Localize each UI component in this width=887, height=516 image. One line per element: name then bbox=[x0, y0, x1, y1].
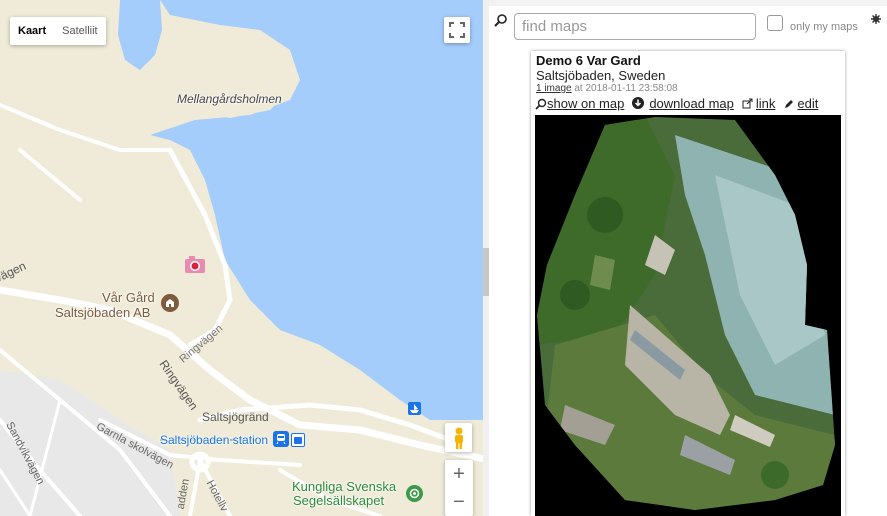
map-view[interactable]: Kaart Satelliit Mellangårdsholmen Vår Gå… bbox=[0, 0, 489, 516]
edit-link[interactable]: edit bbox=[783, 96, 818, 111]
map-type-satelliit[interactable]: Satelliit bbox=[54, 17, 105, 45]
fullscreen-button[interactable] bbox=[444, 17, 470, 43]
gear-icon bbox=[871, 14, 881, 24]
poi-marker[interactable] bbox=[161, 294, 179, 312]
park-icon bbox=[409, 488, 420, 499]
label-island: Mellangårdsholmen bbox=[177, 92, 282, 106]
park-marker[interactable] bbox=[406, 485, 423, 502]
search-input[interactable] bbox=[514, 13, 756, 40]
pegman-icon bbox=[454, 427, 463, 449]
top-bar bbox=[489, 0, 887, 6]
label-station: Saltsjöbaden station bbox=[160, 433, 269, 447]
boat-marker[interactable] bbox=[408, 402, 421, 415]
label-poi-line2: Saltsjöbaden AB bbox=[55, 305, 151, 320]
label-club-line2: Segelsällskapet bbox=[293, 493, 385, 508]
label-road-saltsjogrand: Saltsjögränd bbox=[202, 410, 269, 424]
orthophoto-render bbox=[537, 117, 835, 510]
train-icon bbox=[276, 434, 286, 444]
map-location: Saltsjöbaden, Sweden bbox=[536, 68, 666, 83]
zoom-control: + − bbox=[445, 460, 473, 516]
zoom-in-button[interactable]: + bbox=[453, 460, 465, 488]
camera-marker-icon bbox=[185, 256, 205, 273]
map-card: Demo 6 Var Gard Saltsjöbaden, Sweden 1 i… bbox=[531, 51, 845, 516]
edit-label: edit bbox=[797, 96, 819, 111]
link-link[interactable]: link bbox=[742, 96, 776, 111]
download-map-label: download map bbox=[649, 96, 734, 111]
pegman-button[interactable] bbox=[445, 423, 472, 452]
map-title[interactable]: Demo 6 Var Gard bbox=[536, 53, 641, 68]
bus-marker[interactable] bbox=[291, 433, 305, 447]
map-actions: show on map download map link edit bbox=[535, 96, 826, 111]
external-link-icon bbox=[742, 98, 753, 108]
download-map-link[interactable]: download map bbox=[632, 96, 734, 111]
only-my-maps-checkbox[interactable] bbox=[767, 15, 783, 31]
magnify-icon bbox=[535, 98, 547, 110]
only-my-maps-label: only my maps bbox=[790, 21, 858, 33]
map-type-kaart[interactable]: Kaart bbox=[10, 17, 54, 45]
pencil-icon bbox=[785, 99, 794, 108]
image-count-link[interactable]: 1 image bbox=[536, 83, 572, 94]
link-label: link bbox=[755, 96, 776, 111]
poi-icon bbox=[166, 299, 174, 307]
bus-icon bbox=[294, 437, 302, 444]
label-club-line1: Kungliga Svenska bbox=[292, 479, 397, 494]
show-on-map-link[interactable]: show on map bbox=[535, 96, 624, 111]
boat-icon bbox=[410, 404, 419, 413]
map-type-control: Kaart Satelliit bbox=[10, 17, 106, 45]
map-timestamp: at 2018-01-11 23:58:08 bbox=[571, 83, 678, 94]
search-icon bbox=[494, 14, 507, 27]
download-icon bbox=[632, 96, 645, 109]
camera-marker[interactable] bbox=[184, 256, 206, 274]
label-poi-line1: Vår Gård bbox=[102, 290, 155, 305]
maps-panel: only my maps Demo 6 Var Gard Saltsjöbade… bbox=[489, 0, 887, 516]
show-on-map-label: show on map bbox=[547, 96, 625, 111]
search-button[interactable] bbox=[494, 13, 508, 32]
map-meta: 1 image at 2018-01-11 23:58:08 bbox=[536, 83, 678, 94]
fullscreen-icon bbox=[449, 22, 465, 38]
orthophoto-image[interactable] bbox=[535, 115, 841, 516]
train-marker[interactable] bbox=[273, 431, 289, 447]
zoom-out-button[interactable]: − bbox=[453, 488, 465, 516]
settings-button[interactable] bbox=[871, 11, 881, 29]
